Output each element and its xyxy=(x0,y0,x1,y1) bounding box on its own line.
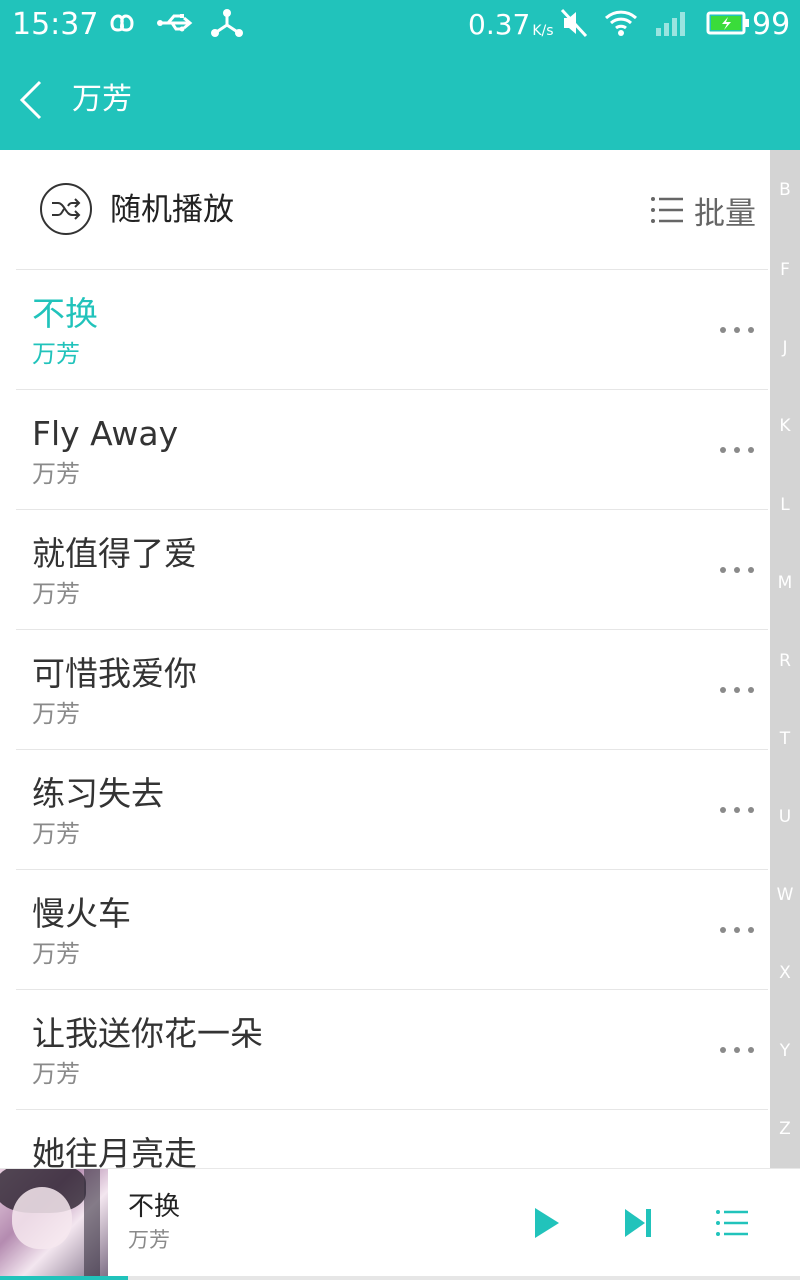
playlist-button[interactable] xyxy=(708,1199,756,1247)
now-playing-title: 不换 xyxy=(128,1192,181,1222)
progress-fill xyxy=(0,1276,128,1280)
playback-progress[interactable] xyxy=(0,1276,800,1280)
song-artist: 万芳 xyxy=(32,580,80,608)
more-options-icon[interactable] xyxy=(720,316,754,344)
shuffle-play-label[interactable]: 随机播放 xyxy=(110,188,234,232)
back-button[interactable] xyxy=(14,78,54,122)
index-letter[interactable]: T xyxy=(770,729,800,749)
mute-icon xyxy=(560,8,588,42)
song-row[interactable]: Fly Away 万芳 xyxy=(16,390,768,510)
battery-icon xyxy=(706,10,750,40)
index-letter[interactable]: K xyxy=(770,416,800,436)
song-title: 她往月亮走 xyxy=(32,1134,197,1168)
batch-label: 批量 xyxy=(694,195,756,232)
index-letter[interactable]: F xyxy=(770,260,800,280)
song-title: 让我送你花一朵 xyxy=(32,1014,263,1053)
song-artist: 万芳 xyxy=(32,1060,80,1088)
album-art[interactable] xyxy=(0,1169,108,1277)
song-title: 慢火车 xyxy=(32,894,131,933)
index-letter[interactable]: Z xyxy=(770,1119,800,1139)
song-list-area: 随机播放 批量 不换 万芳 Fly Away 万芳 就值得了爱 万芳 可惜我爱你… xyxy=(0,150,770,1168)
more-options-icon[interactable] xyxy=(720,796,754,824)
index-letter[interactable]: B xyxy=(770,180,800,200)
net-speed: 0.37 K/s xyxy=(468,6,554,44)
song-artist: 万芳 xyxy=(32,700,80,728)
net-speed-value: 0.37 xyxy=(468,8,531,41)
playlist-icon xyxy=(716,1210,748,1236)
status-bar: 15:37 0.37 K/s 99 xyxy=(0,0,800,50)
song-title: 可惜我爱你 xyxy=(32,654,197,693)
share-node-icon xyxy=(210,7,244,43)
song-artist: 万芳 xyxy=(32,820,80,848)
more-options-icon[interactable] xyxy=(720,676,754,704)
app-bar: 万芳 xyxy=(0,50,800,150)
song-title: 练习失去 xyxy=(32,774,164,813)
signal-icon xyxy=(654,8,690,42)
now-playing-artist: 万芳 xyxy=(128,1228,170,1252)
batch-button[interactable]: 批量 xyxy=(650,188,756,232)
play-icon xyxy=(535,1208,559,1238)
song-row[interactable]: 就值得了爱 万芳 xyxy=(16,510,768,630)
wifi-icon xyxy=(604,8,638,42)
song-artist: 万芳 xyxy=(32,460,80,488)
song-title: 不换 xyxy=(32,294,98,333)
back-arrow-icon xyxy=(19,80,42,120)
index-letter[interactable]: X xyxy=(770,963,800,983)
mini-player[interactable]: 不换 万芳 xyxy=(0,1168,800,1280)
skip-next-icon xyxy=(625,1209,651,1237)
next-track-button[interactable] xyxy=(614,1199,662,1247)
song-row[interactable]: 可惜我爱你 万芳 xyxy=(16,630,768,750)
shuffle-icon xyxy=(52,198,81,220)
battery-percent: 99 xyxy=(752,7,791,42)
song-row[interactable]: 不换 万芳 xyxy=(16,270,768,390)
index-letter[interactable]: U xyxy=(770,807,800,827)
song-artist: 万芳 xyxy=(32,340,80,368)
song-title: Fly Away xyxy=(32,414,179,453)
song-row[interactable]: 练习失去 万芳 xyxy=(16,750,768,870)
list-action-row: 随机播放 批量 xyxy=(16,150,768,270)
more-options-icon[interactable] xyxy=(720,916,754,944)
list-icon xyxy=(651,197,683,223)
more-options-icon[interactable] xyxy=(720,1036,754,1064)
song-artist: 万芳 xyxy=(32,940,80,968)
index-letter[interactable]: L xyxy=(770,495,800,515)
song-row[interactable]: 让我送你花一朵 万芳 xyxy=(16,990,768,1110)
infinity-icon xyxy=(102,11,142,39)
index-letter[interactable]: M xyxy=(770,573,800,593)
more-options-icon[interactable] xyxy=(720,556,754,584)
song-row[interactable]: 慢火车 万芳 xyxy=(16,870,768,990)
play-button[interactable] xyxy=(522,1199,570,1247)
index-letter[interactable]: Y xyxy=(770,1041,800,1061)
song-row[interactable]: 她往月亮走 xyxy=(16,1110,768,1168)
page-title: 万芳 xyxy=(72,82,132,117)
index-letter[interactable]: W xyxy=(770,885,800,905)
net-speed-unit: K/s xyxy=(532,23,554,39)
shuffle-button[interactable] xyxy=(40,183,92,235)
status-time: 15:37 xyxy=(12,7,99,42)
more-options-icon[interactable] xyxy=(720,436,754,464)
index-letter[interactable]: R xyxy=(770,651,800,671)
index-letter[interactable]: J xyxy=(770,338,800,358)
usb-icon xyxy=(156,10,196,40)
alphabet-index[interactable]: B F J K L M R T U W X Y Z xyxy=(770,150,800,1168)
song-title: 就值得了爱 xyxy=(32,534,197,573)
